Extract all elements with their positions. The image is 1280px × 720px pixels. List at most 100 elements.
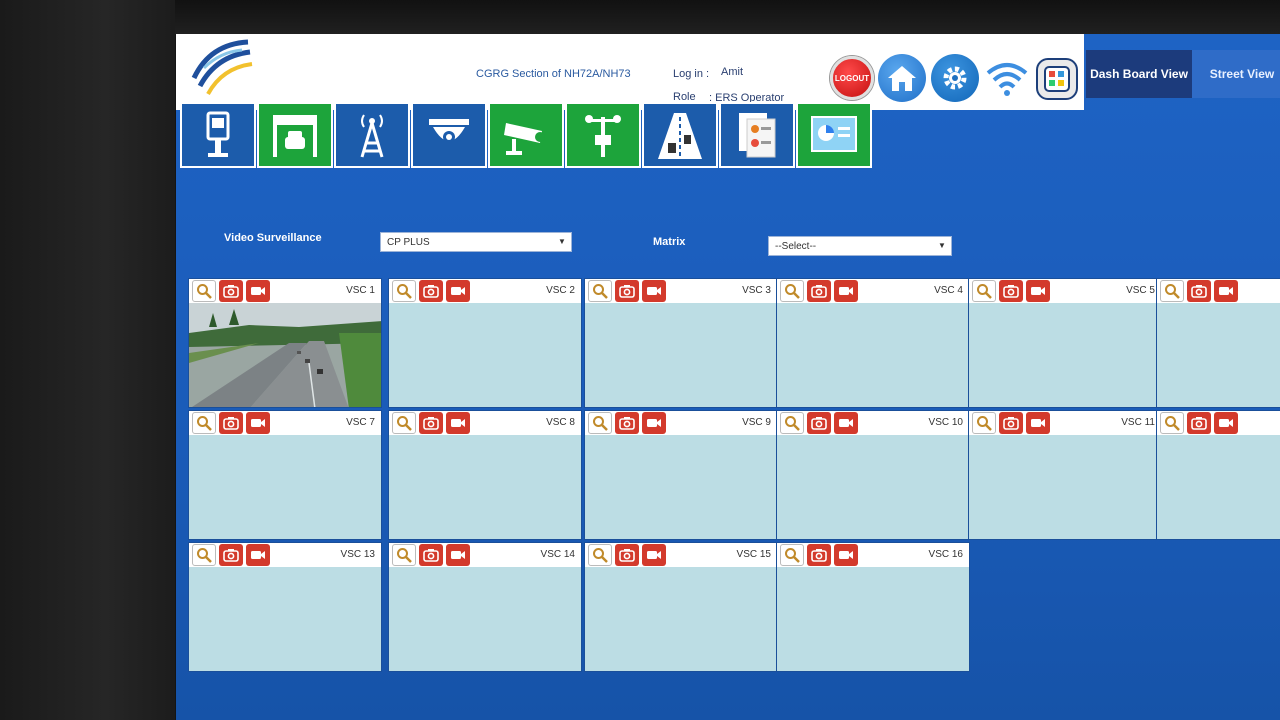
magnifier-icon (397, 548, 412, 563)
snapshot-button[interactable] (419, 544, 443, 566)
zoom-button[interactable] (588, 280, 612, 302)
camera-tile[interactable]: VSC 7 (188, 410, 382, 540)
snapshot-button[interactable] (999, 280, 1023, 302)
camera-tile[interactable] (1156, 410, 1280, 540)
settings-button[interactable] (931, 54, 979, 102)
camera-tile[interactable]: VSC 5 (968, 278, 1162, 408)
snapshot-button[interactable] (219, 412, 243, 434)
toolbar-weather-station[interactable] (565, 102, 641, 168)
snapshot-button[interactable] (219, 280, 243, 302)
dashboard-screen: CGRG Section of NH72A/NH73 Log in : Amit… (176, 34, 1280, 720)
camera-tile[interactable] (1156, 278, 1280, 408)
toolbar-dashboard[interactable] (796, 102, 872, 168)
zoom-button[interactable] (392, 412, 416, 434)
camera-tile[interactable]: VSC 11 (968, 410, 1162, 540)
camera-icon (423, 549, 439, 562)
record-button[interactable] (642, 544, 666, 566)
record-button[interactable] (246, 544, 270, 566)
toolbar-reports[interactable] (719, 102, 795, 168)
record-button[interactable] (1214, 412, 1238, 434)
camera-tile[interactable]: VSC 2 (388, 278, 582, 408)
camera-tile[interactable]: VSC 14 (388, 542, 582, 672)
record-button[interactable] (834, 280, 858, 302)
video-record-icon (839, 551, 853, 559)
tab-street-view[interactable]: Street View (1192, 50, 1280, 98)
zoom-button[interactable] (192, 280, 216, 302)
record-button[interactable] (642, 412, 666, 434)
toolbar-toll-gate[interactable] (257, 102, 333, 168)
zoom-button[interactable] (192, 544, 216, 566)
snapshot-button[interactable] (615, 412, 639, 434)
camera-tile[interactable]: VSC 3 (584, 278, 778, 408)
toolbar-kiosk[interactable] (180, 102, 256, 168)
logout-button[interactable]: LOGOUT (830, 56, 874, 100)
apps-button[interactable] (1036, 58, 1078, 100)
camera-tile[interactable]: VSC 9 (584, 410, 778, 540)
record-button[interactable] (246, 412, 270, 434)
camera-tile-label: VSC 10 (928, 417, 963, 428)
weather-station-icon (585, 115, 621, 157)
zoom-button[interactable] (588, 412, 612, 434)
camera-tile[interactable]: VSC 16 (776, 542, 970, 672)
record-button[interactable] (1214, 280, 1238, 302)
home-button[interactable] (878, 54, 926, 102)
record-button[interactable] (446, 544, 470, 566)
record-button[interactable] (446, 280, 470, 302)
zoom-button[interactable] (972, 280, 996, 302)
snapshot-button[interactable] (615, 280, 639, 302)
snapshot-button[interactable] (807, 544, 831, 566)
dashboard-chart-icon (811, 116, 857, 152)
record-button[interactable] (642, 280, 666, 302)
camera-tile[interactable]: VSC 15 (584, 542, 778, 672)
zoom-button[interactable] (392, 544, 416, 566)
video-record-icon (1219, 419, 1233, 427)
toolbar-radio-tower[interactable] (334, 102, 410, 168)
snapshot-button[interactable] (615, 544, 639, 566)
video-record-icon (647, 287, 661, 295)
camera-icon (1191, 417, 1207, 430)
network-button[interactable] (982, 56, 1032, 102)
record-button[interactable] (446, 412, 470, 434)
camera-icon (423, 285, 439, 298)
camera-tile[interactable]: VSC 13 (188, 542, 382, 672)
zoom-button[interactable] (972, 412, 996, 434)
video-surveillance-select[interactable]: CP PLUS ▼ (380, 232, 572, 252)
snapshot-button[interactable] (1187, 412, 1211, 434)
snapshot-button[interactable] (419, 280, 443, 302)
toll-gate-car-icon (273, 115, 317, 157)
zoom-button[interactable] (780, 412, 804, 434)
camera-tile[interactable]: VSC 4 (776, 278, 970, 408)
zoom-button[interactable] (780, 280, 804, 302)
toolbar-cctv-camera[interactable] (488, 102, 564, 168)
toolbar-dome-camera[interactable] (411, 102, 487, 168)
snapshot-button[interactable] (1187, 280, 1211, 302)
zoom-button[interactable] (1160, 412, 1184, 434)
zoom-button[interactable] (192, 412, 216, 434)
record-button[interactable] (834, 412, 858, 434)
tab-dashboard-view[interactable]: Dash Board View (1086, 50, 1192, 98)
video-record-icon (1031, 287, 1045, 295)
record-button[interactable] (1026, 280, 1050, 302)
snapshot-button[interactable] (807, 280, 831, 302)
magnifier-icon (197, 416, 212, 431)
magnifier-icon (785, 416, 800, 431)
zoom-button[interactable] (780, 544, 804, 566)
snapshot-button[interactable] (999, 412, 1023, 434)
camera-live-feed[interactable] (189, 303, 381, 407)
camera-tile[interactable]: VSC 1 (188, 278, 382, 408)
camera-icon (811, 417, 827, 430)
zoom-button[interactable] (392, 280, 416, 302)
zoom-button[interactable] (1160, 280, 1184, 302)
camera-tile[interactable]: VSC 10 (776, 410, 970, 540)
camera-tile[interactable]: VSC 8 (388, 410, 582, 540)
record-button[interactable] (834, 544, 858, 566)
snapshot-button[interactable] (807, 412, 831, 434)
record-button[interactable] (246, 280, 270, 302)
record-button[interactable] (1026, 412, 1050, 434)
magnifier-icon (397, 284, 412, 299)
snapshot-button[interactable] (419, 412, 443, 434)
toolbar-highway-traffic[interactable] (642, 102, 718, 168)
zoom-button[interactable] (588, 544, 612, 566)
snapshot-button[interactable] (219, 544, 243, 566)
matrix-select[interactable]: --Select-- ▼ (768, 236, 952, 256)
